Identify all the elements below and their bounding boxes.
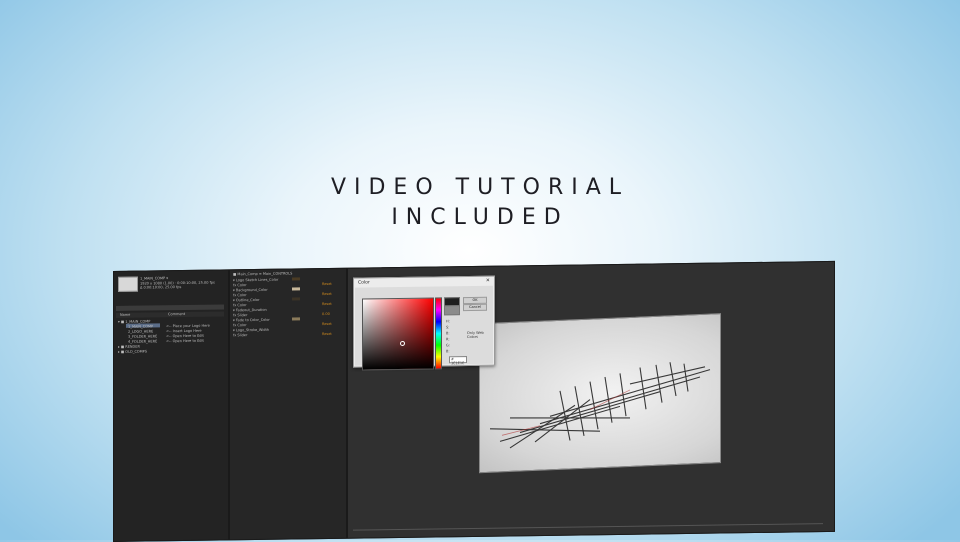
effect-row-label[interactable]: fx Color — [233, 293, 247, 297]
project-item[interactable]: ▸ ■ RENDER — [118, 345, 140, 349]
cancel-button[interactable]: Cancel — [463, 303, 487, 312]
label-b: B: — [446, 331, 450, 336]
col-comment[interactable]: Comment — [168, 312, 185, 316]
effect-row-label[interactable]: ▾ Logo_Stroke_Width — [233, 328, 269, 333]
project-panel[interactable]: 1_MAIN_COMP ▾ 1920 x 1080 (1.00) · 0:00:… — [113, 269, 229, 542]
comp-thumbnail — [118, 276, 138, 292]
effect-row-label[interactable]: fx Slider — [233, 333, 247, 337]
hex-value: # 1E1E1E — [451, 357, 465, 366]
logo-sketch-lines — [489, 362, 711, 449]
effect-row-label[interactable]: ▾ Logo Sketch Lines_Color — [233, 278, 278, 283]
effect-row-label[interactable]: ▾ Outline_Color — [233, 298, 259, 302]
effect-row-value[interactable]: 0.00 — [322, 312, 330, 316]
composition-preview — [479, 313, 721, 474]
saturation-brightness-field[interactable] — [362, 297, 434, 371]
close-icon[interactable]: ✕ — [486, 278, 490, 284]
project-item[interactable]: 1_MAIN_COMP — [128, 324, 153, 328]
project-item[interactable]: 4_FOLDER_HERE — [128, 339, 157, 343]
color-swatch[interactable] — [292, 297, 300, 301]
project-item-comment: <-- Open Here to Edit — [166, 333, 204, 339]
project-item[interactable]: 2_LOGO_HERE — [128, 329, 153, 333]
project-column-header: Name Comment — [116, 311, 224, 318]
effect-row-value[interactable]: Reset — [322, 322, 332, 326]
effect-row-value[interactable]: Reset — [322, 282, 332, 286]
color-cursor-icon[interactable] — [400, 340, 405, 346]
headline-line-2: INCLUDED — [391, 205, 569, 230]
label-s: S: — [446, 325, 450, 330]
label-g: G: — [446, 343, 450, 348]
effect-row-label[interactable]: fx Slider — [233, 313, 247, 317]
color-picker-dialog[interactable]: Color ✕ OK Cancel H: S: B: R: G: B: Only… — [353, 275, 495, 371]
effect-row-label[interactable]: fx Color — [233, 323, 247, 327]
color-swatch[interactable] — [292, 287, 300, 291]
project-item-list: ▾ ■ 1_MAIN_COMP 1_MAIN_COMP <-- Place your… — [114, 270, 228, 353]
label-h: H: — [446, 319, 450, 324]
effect-row-label[interactable]: ▾ Fade to Color_Color — [233, 318, 270, 323]
headline-line-1: VIDEO TUTORIAL — [330, 175, 630, 200]
color-swatch[interactable] — [292, 317, 300, 321]
project-search-input[interactable] — [116, 304, 224, 311]
project-item[interactable]: ▾ ■ 1_MAIN_COMP — [118, 319, 150, 323]
comp-name[interactable]: 1_MAIN_COMP ▾ — [140, 276, 168, 280]
effect-list: ▾ Logo Sketch Lines_Color fx Color Reset ▾… — [230, 269, 346, 337]
dialog-body: OK Cancel H: S: B: R: G: B: Only Web Col… — [355, 285, 493, 371]
effect-row-value[interactable]: Reset — [322, 302, 332, 306]
effect-row-label[interactable]: fx Color — [233, 283, 247, 287]
hex-input[interactable]: # 1E1E1E — [449, 356, 467, 366]
dialog-title: Color — [358, 280, 370, 286]
project-item-comment: <-- Insert Logo Here — [166, 328, 202, 334]
project-item[interactable]: 3_FOLDER_HERE — [128, 334, 157, 338]
comp-info-2: Δ 0:00:10:00, 25.00 fps — [140, 285, 182, 290]
label-r: R: — [446, 337, 450, 342]
after-effects-window: 1_MAIN_COMP ▾ 1920 x 1080 (1.00) · 0:00:… — [113, 260, 835, 542]
effect-row-label[interactable]: ▾ Fadeout_Duration — [233, 308, 267, 312]
col-name[interactable]: Name — [120, 313, 130, 317]
project-item-comment: <-- Place your Logo Here — [166, 323, 210, 329]
current-color-swatch — [444, 305, 460, 316]
effect-row-label[interactable]: ▾ Background_Color — [233, 288, 268, 292]
only-web-colors[interactable]: Only Web Colors — [467, 331, 493, 339]
color-swatch[interactable] — [292, 277, 300, 281]
label-blue: B: — [446, 349, 450, 354]
effect-controls-tab[interactable]: ■ Main_Comp ≡ Main_CONTROLS — [233, 271, 292, 276]
hue-slider[interactable] — [435, 297, 442, 370]
effect-row-value[interactable]: Reset — [322, 332, 332, 336]
effect-row-label[interactable]: fx Color — [233, 303, 247, 307]
project-item[interactable]: ▸ ■ OLD_COMPS — [118, 350, 147, 354]
effect-row-value[interactable]: Reset — [322, 292, 332, 296]
effect-controls-panel[interactable]: ■ Main_Comp ≡ Main_CONTROLS ▾ Logo Sketc… — [229, 267, 347, 541]
project-item-comment: <-- Open Here to Edit — [166, 338, 204, 344]
